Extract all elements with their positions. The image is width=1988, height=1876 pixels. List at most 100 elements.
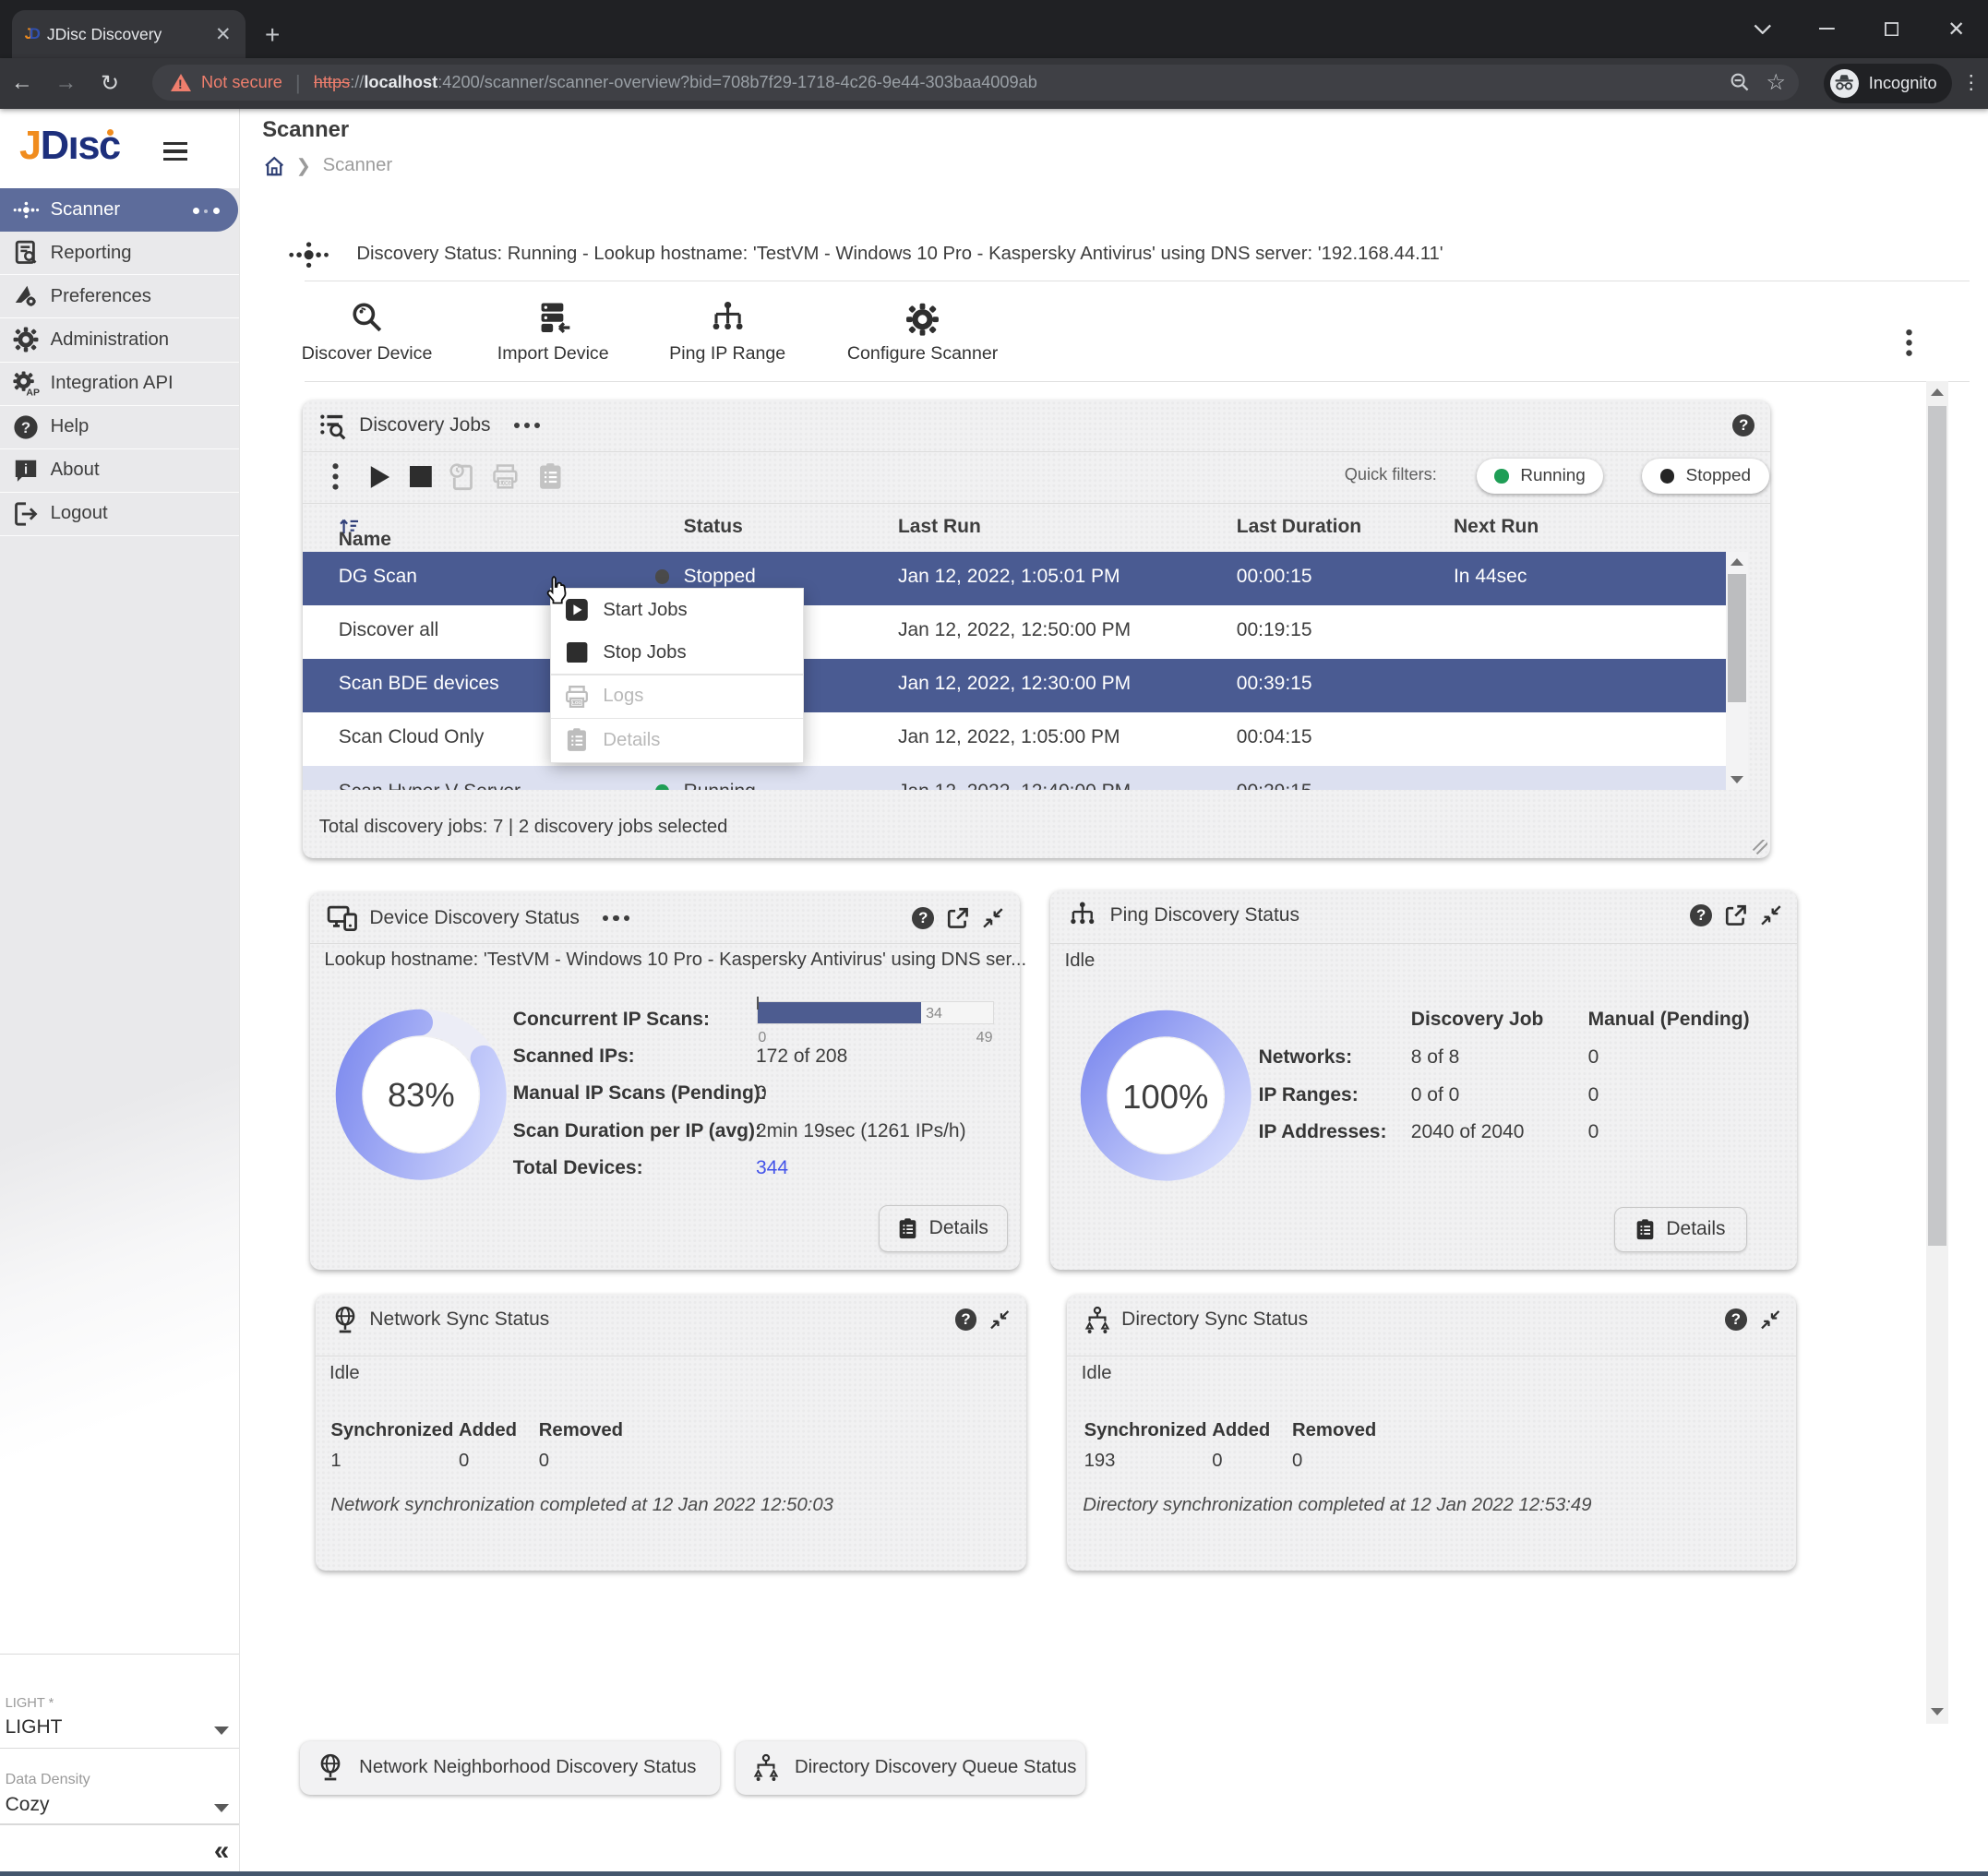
device-help-icon[interactable]: ? — [912, 907, 934, 929]
resize-grip-icon[interactable] — [1752, 840, 1767, 855]
status-dot-icon — [655, 784, 669, 790]
density-caret-icon[interactable] — [214, 1804, 229, 1812]
filter-stopped-pill[interactable]: Stopped — [1642, 459, 1769, 494]
job-row-discover-all[interactable]: Discover all Jan 12, 2022, 12:50:00 PM 0… — [303, 605, 1727, 659]
home-icon[interactable] — [264, 156, 284, 176]
menu-item-details[interactable]: Details — [551, 719, 802, 761]
jobs-table-scrollbar[interactable] — [1726, 552, 1748, 790]
details-menu-icon — [564, 727, 590, 753]
theme-caret-icon[interactable] — [214, 1727, 229, 1735]
sidebar-item-reporting[interactable]: Reporting — [0, 232, 239, 275]
bottom-button-label: Directory Discovery Queue Status — [795, 1757, 1076, 1778]
directory-sync-note: Directory synchronization completed at 1… — [1083, 1495, 1591, 1516]
close-button[interactable]: ✕ — [1924, 18, 1988, 42]
job-row-scan-hyperv[interactable]: Scan Hyper V Server Running Jan 12, 2022… — [303, 766, 1727, 790]
filter-running-pill[interactable]: Running — [1477, 459, 1604, 494]
ping-discovery-card: Ping Discovery Status ? Idle 100% — [1050, 890, 1797, 1271]
sidebar-item-logout[interactable]: Logout — [0, 493, 239, 536]
ping-row-label: IP Addresses: — [1259, 1121, 1387, 1143]
ping-ip-range-button[interactable]: Ping IP Range — [669, 297, 785, 364]
stat-label: Scanned IPs: — [513, 1046, 635, 1068]
device-collapse-icon[interactable] — [982, 907, 1004, 929]
reload-icon[interactable]: ↻ — [88, 70, 132, 97]
device-details-button[interactable]: Details — [879, 1205, 1008, 1251]
toolbar-kebab-icon[interactable] — [1906, 329, 1912, 357]
maximize-button[interactable] — [1860, 22, 1924, 36]
job-row-dg-scan[interactable]: DG Scan Stopped Jan 12, 2022, 1:05:01 PM… — [303, 552, 1727, 605]
browser-toolbar: ← → ↻ Not secure | https://localhost:420… — [0, 58, 1988, 109]
sidebar-item-help[interactable]: ? Help — [0, 406, 239, 449]
stop-jobs-icon[interactable] — [406, 461, 437, 493]
browser-tab[interactable]: JD JDisc Discovery ✕ — [12, 10, 246, 58]
stat-label: Concurrent IP Scans: — [513, 1009, 710, 1031]
sidebar-item-scanner[interactable]: Scanner — [0, 188, 238, 232]
job-row-scan-cloud[interactable]: Scan Cloud Only Jan 12, 2022, 1:05:00 PM… — [303, 712, 1727, 766]
sidebar-item-preferences[interactable]: Preferences — [0, 275, 239, 318]
column-last-run[interactable]: Last Run — [898, 516, 981, 538]
tab-search-icon[interactable] — [1731, 24, 1795, 34]
total-devices-link[interactable]: 344 — [756, 1157, 788, 1179]
not-secure-label[interactable]: Not secure — [201, 73, 282, 92]
bar-max-label: 49 — [976, 1029, 993, 1046]
network-sync-state: Idle — [329, 1363, 360, 1384]
main-scrollbar[interactable] — [1926, 381, 1948, 1724]
directory-queue-button[interactable]: Directory Discovery Queue Status — [736, 1741, 1085, 1794]
sync-column: Added — [1212, 1420, 1270, 1441]
minimize-button[interactable] — [1795, 28, 1860, 30]
ping-collapse-icon[interactable] — [1760, 904, 1782, 926]
discover-device-button[interactable]: Discover Device — [302, 297, 433, 364]
ping-help-icon[interactable]: ? — [1690, 904, 1712, 926]
sidebar-item-about[interactable]: i About — [0, 449, 239, 493]
menu-item-logs[interactable]: LOG Logs — [551, 675, 802, 718]
sidebar-item-integration-api[interactable]: API Integration API — [0, 363, 239, 406]
bookmark-star-icon[interactable]: ☆ — [1766, 69, 1785, 96]
tab-strip: JD JDisc Discovery ✕ + ✕ — [0, 0, 1988, 58]
zoom-out-icon[interactable] — [1730, 72, 1750, 92]
density-select-value[interactable]: Cozy — [6, 1794, 50, 1816]
discovery-jobs-card: Discovery Jobs ? LOG Quick filters: Runn… — [303, 400, 1770, 858]
ping-row-label: IP Ranges: — [1259, 1084, 1359, 1106]
sidebar-collapse-icon[interactable]: « — [214, 1835, 229, 1867]
tab-close-icon[interactable]: ✕ — [211, 25, 235, 44]
column-next-run[interactable]: Next Run — [1454, 516, 1539, 538]
new-tab-button[interactable]: + — [265, 22, 280, 48]
network-sync-collapse-icon[interactable] — [989, 1309, 1010, 1330]
divider — [305, 381, 1969, 382]
menu-item-stop-jobs[interactable]: Stop Jobs — [551, 631, 802, 674]
bar-value-label: 34 — [926, 1005, 942, 1022]
device-open-icon[interactable] — [947, 907, 969, 929]
configure-scanner-button[interactable]: Configure Scanner — [847, 297, 998, 364]
address-bar[interactable]: Not secure | https://localhost:4200/scan… — [152, 65, 1799, 101]
svg-text:API: API — [26, 388, 40, 396]
directory-sync-collapse-icon[interactable] — [1760, 1309, 1780, 1330]
help-icon: ? — [12, 412, 41, 441]
column-status[interactable]: Status — [684, 516, 743, 538]
menu-item-start-jobs[interactable]: Start Jobs — [551, 589, 802, 631]
forward-icon[interactable]: → — [44, 70, 89, 96]
url-text[interactable]: https://localhost:4200/scanner/scanner-o… — [314, 73, 1715, 92]
ping-open-icon[interactable] — [1725, 904, 1747, 926]
sidebar-item-administration[interactable]: Administration — [0, 318, 239, 362]
column-name[interactable]: Name — [339, 516, 359, 538]
start-jobs-icon[interactable] — [365, 461, 396, 493]
column-last-duration[interactable]: Last Duration — [1237, 516, 1361, 538]
import-device-button[interactable]: Import Device — [497, 297, 609, 364]
jobs-kebab-icon[interactable] — [320, 461, 352, 493]
theme-select-value[interactable]: LIGHT — [6, 1716, 63, 1739]
directory-sync-help-icon[interactable]: ? — [1725, 1308, 1747, 1331]
sidebar-item-label: Logout — [51, 503, 108, 524]
browser-menu-icon[interactable]: ⋮ — [1961, 71, 1981, 94]
jobs-card-menu-icon[interactable] — [514, 423, 545, 428]
back-icon[interactable]: ← — [0, 70, 44, 96]
ping-details-button[interactable]: Details — [1614, 1207, 1747, 1252]
ping-row-value: 0 — [1588, 1121, 1599, 1143]
stat-value: 172 of 208 — [756, 1046, 847, 1068]
job-row-scan-bde[interactable]: Scan BDE devices Jan 12, 2022, 12:30:00 … — [303, 659, 1727, 712]
network-neighborhood-button[interactable]: Network Neighborhood Discovery Status — [300, 1741, 720, 1794]
jobs-help-icon[interactable]: ? — [1732, 414, 1754, 436]
network-sync-help-icon[interactable]: ? — [955, 1308, 977, 1331]
quick-filters-label: Quick filters: — [1345, 465, 1437, 484]
hamburger-menu-icon[interactable] — [163, 142, 188, 165]
device-card-menu-icon[interactable] — [603, 915, 634, 921]
details-button-icon — [1635, 1218, 1655, 1241]
